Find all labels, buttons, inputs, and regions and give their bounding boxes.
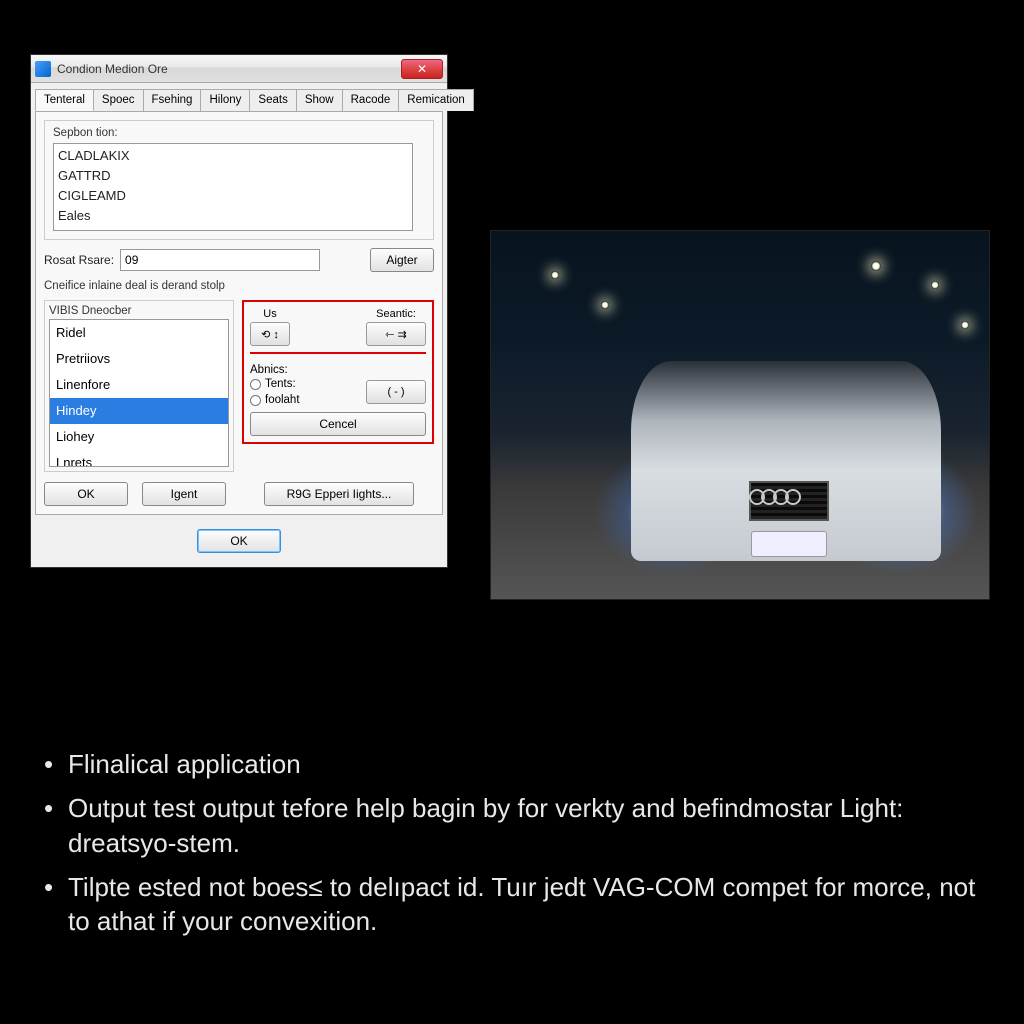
top-list-item[interactable]: GATTRD (58, 166, 408, 186)
list-item-selected[interactable]: Hindey (50, 398, 228, 424)
tab-bar: Tenteral Spoec Fsehing Hilony Seats Show… (31, 83, 447, 111)
info-text: Cneifice inlaine deal is derand stolp (44, 280, 434, 292)
tab-seats[interactable]: Seats (249, 89, 296, 111)
tab-tenteral[interactable]: Tenteral (35, 89, 94, 111)
tab-fsehing[interactable]: Fsehing (143, 89, 202, 111)
streetlight-icon (601, 301, 609, 309)
bullet-item: Output test output tefore help bagin by … (40, 791, 984, 860)
reset-label: Rosat Rsare: (44, 253, 114, 267)
igent-button[interactable]: Igent (142, 482, 226, 506)
radio-foolaht-label: foolaht (265, 394, 300, 406)
close-button[interactable]: ✕ (401, 59, 443, 79)
radio-foolaht[interactable]: foolaht (250, 394, 300, 406)
dialog-ok-button[interactable]: OK (197, 529, 281, 553)
license-plate (751, 531, 827, 557)
streetlight-icon (871, 261, 881, 271)
tab-show[interactable]: Show (296, 89, 343, 111)
radio-icon (250, 395, 261, 406)
left-list-wrap: VIBIS Dneocber Ridel Pretriiovs Linenfor… (44, 300, 234, 472)
us-search-row: Us ⟲ ↕ Seantic: ⇽ ⇉ (250, 308, 426, 354)
us-col: Us ⟲ ↕ (250, 308, 290, 346)
audi-rings-icon (753, 489, 801, 505)
right-highlighted-block: Us ⟲ ↕ Seantic: ⇽ ⇉ Abnics: Te (242, 300, 434, 444)
radio-tents-label: Tents: (265, 378, 296, 390)
lower-section: VIBIS Dneocber Ridel Pretriiovs Linenfor… (44, 300, 434, 472)
top-list-item[interactable]: Eales (58, 206, 408, 226)
list-item[interactable]: Liohey (50, 424, 228, 450)
caption-bullets: Flinalical application Output test outpu… (40, 747, 984, 949)
top-list-label: Sepbon tion: (53, 127, 425, 139)
ok-button[interactable]: OK (44, 482, 128, 506)
radio-icon (250, 379, 261, 390)
search-col: Seantic: ⇽ ⇉ (366, 308, 426, 346)
radio-tents[interactable]: Tents: (250, 378, 300, 390)
top-fieldset: Sepbon tion: CLADLAKIX GATTRD CIGLEAMD E… (44, 120, 434, 240)
window-title: Condion Medion Ore (57, 62, 401, 76)
close-icon: ✕ (417, 62, 427, 76)
abnics-button[interactable]: ( - ) (366, 380, 426, 404)
dialog-ok-row: OK (31, 519, 447, 567)
search-button[interactable]: ⇽ ⇉ (366, 322, 426, 346)
left-listbox[interactable]: Ridel Pretriiovs Linenfore Hindey Liohey… (49, 319, 229, 467)
abnics-group: Abnics: Tents: foolaht ( (250, 360, 426, 406)
list-item[interactable]: Lnrets (50, 450, 228, 467)
streetlight-icon (931, 281, 939, 289)
top-listbox[interactable]: CLADLAKIX GATTRD CIGLEAMD Eales (53, 143, 413, 231)
app-icon (35, 61, 51, 77)
us-label: Us (263, 308, 276, 320)
list-item[interactable]: Linenfore (50, 372, 228, 398)
bullet-item: Tilpte ested not boes≤ to delıpact id. T… (40, 870, 984, 939)
search-label: Seantic: (376, 308, 416, 320)
tab-panel: Sepbon tion: CLADLAKIX GATTRD CIGLEAMD E… (35, 111, 443, 515)
aigter-button[interactable]: Aigter (370, 248, 434, 272)
streetlight-icon (961, 321, 969, 329)
cancel-button[interactable]: Cencel (250, 412, 426, 436)
dialog-window: Condion Medion Ore ✕ Tenteral Spoec Fseh… (30, 54, 448, 568)
bottom-row: OK Igent R9G Epperi Iights... (44, 482, 434, 506)
tab-racode[interactable]: Racode (342, 89, 400, 111)
bullet-item: Flinalical application (40, 747, 984, 781)
us-button[interactable]: ⟲ ↕ (250, 322, 290, 346)
top-list-item[interactable]: CIGLEAMD (58, 186, 408, 206)
streetlight-icon (551, 271, 559, 279)
left-list-label: VIBIS Dneocber (49, 305, 229, 317)
tab-spoec[interactable]: Spoec (93, 89, 144, 111)
car-photo (490, 230, 990, 600)
abnics-row: Tents: foolaht ( - ) (250, 378, 426, 406)
rsg-button[interactable]: R9G Epperi Iights... (264, 482, 414, 506)
top-list-item[interactable]: CLADLAKIX (58, 146, 408, 166)
reset-row: Rosat Rsare: Aigter (44, 248, 434, 272)
reset-input[interactable] (120, 249, 320, 271)
list-item[interactable]: Pretriiovs (50, 346, 228, 372)
abnics-label: Abnics: (250, 364, 288, 376)
list-item[interactable]: Ridel (50, 320, 228, 346)
tab-remication[interactable]: Remication (398, 89, 474, 111)
tab-hilony[interactable]: Hilony (200, 89, 250, 111)
titlebar[interactable]: Condion Medion Ore ✕ (31, 55, 447, 83)
